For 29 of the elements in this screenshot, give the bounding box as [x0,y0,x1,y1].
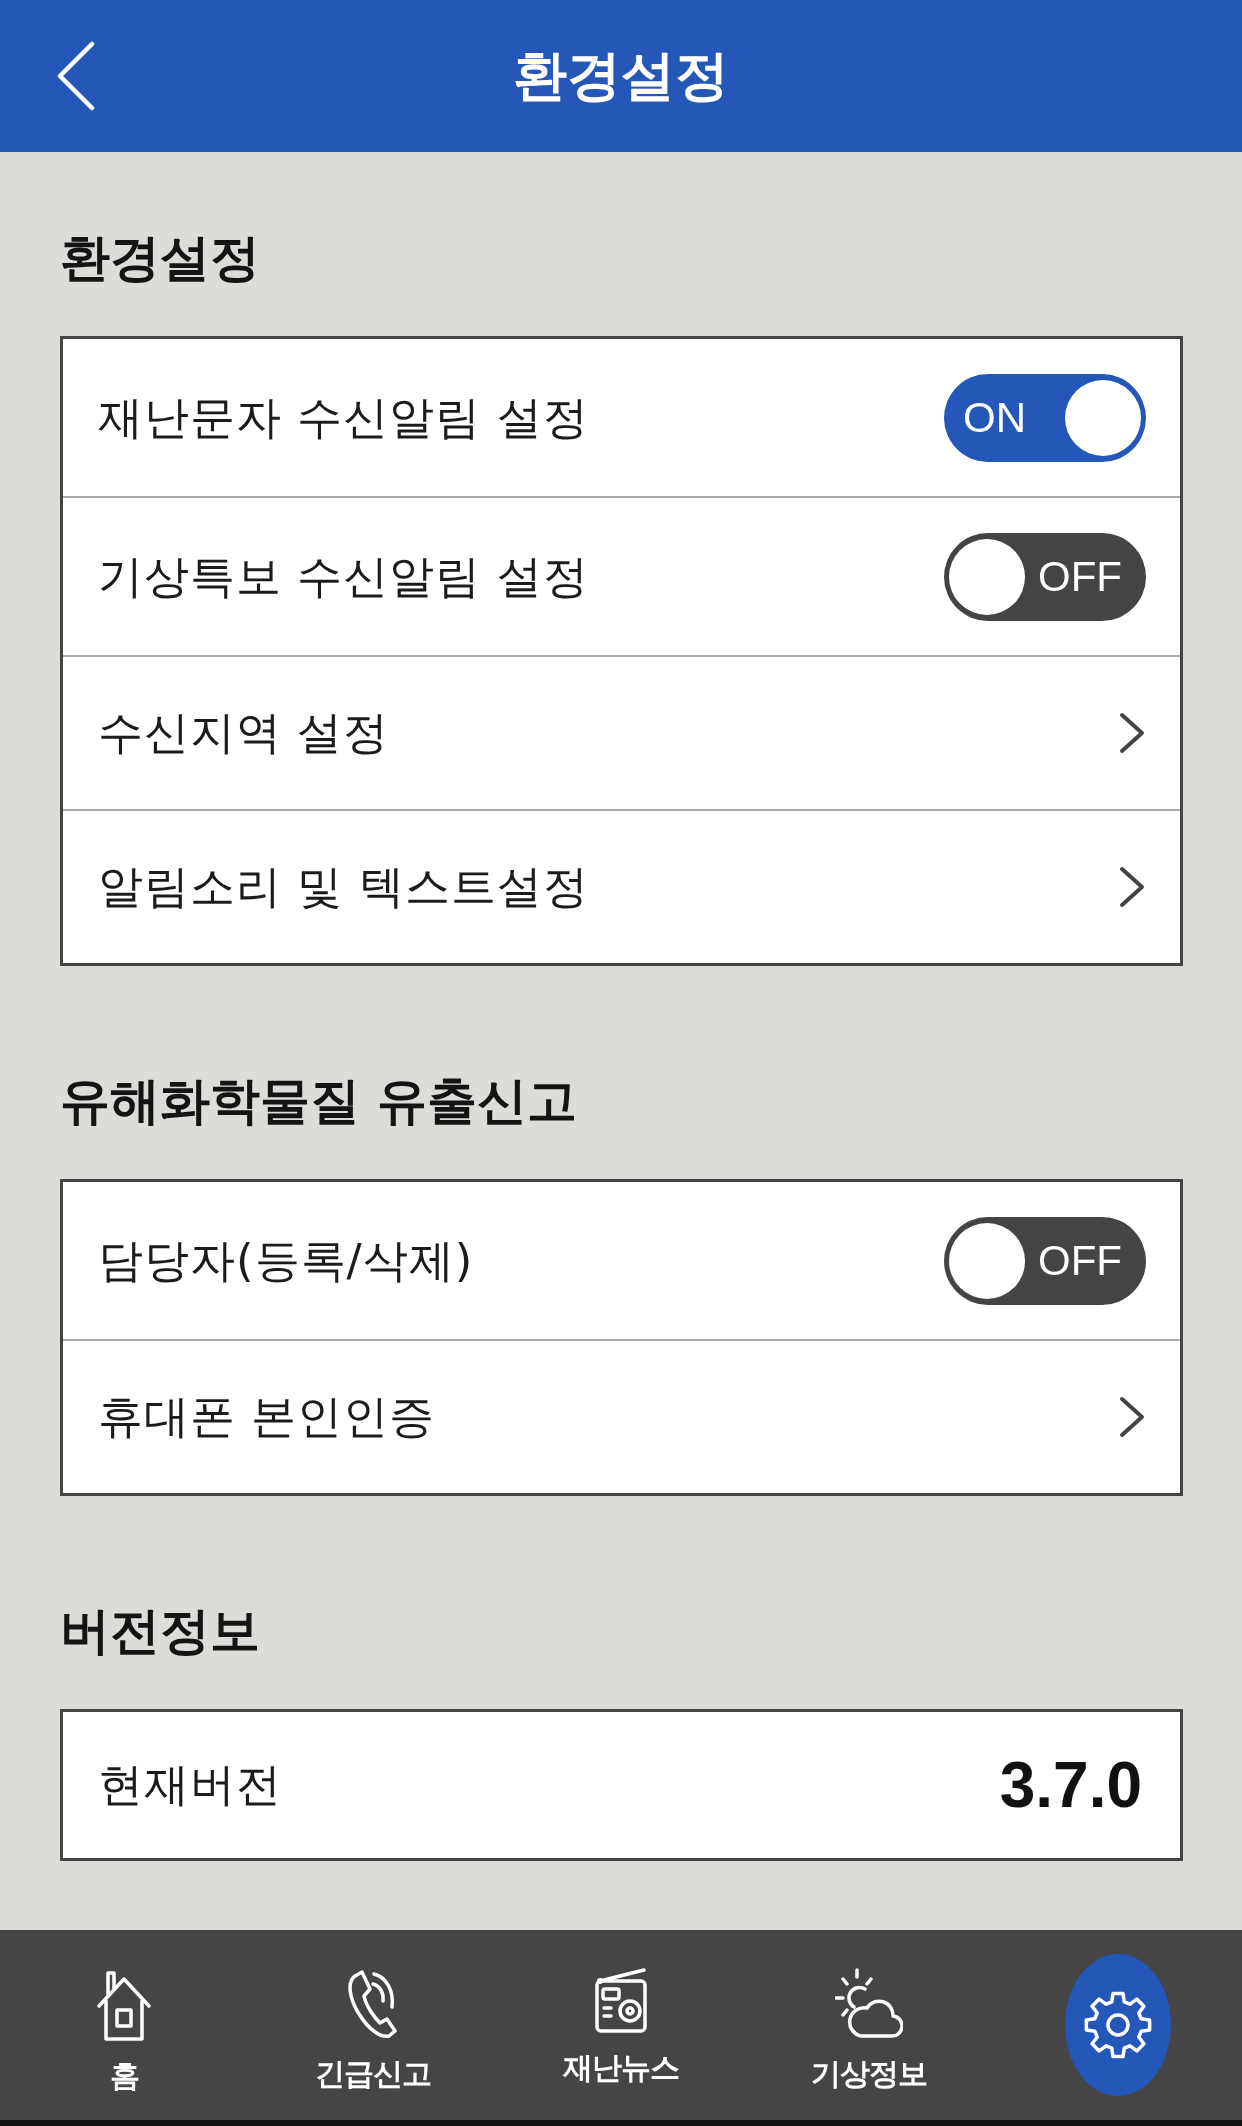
setting-label: 재난문자 수신알림 설정 [98,389,589,446]
setting-label: 기상특보 수신알림 설정 [98,548,589,605]
section-title: 유해화학물질 유출신고 [60,1071,579,1132]
nav-tab[interactable]: 홈 [0,1930,249,2120]
toggle-switch[interactable]: ON [944,373,1146,462]
settings-list-item[interactable]: 수신지역 설정 [63,655,1180,809]
nav-tab[interactable]: 긴급신고 [248,1930,497,2120]
chevron-right-icon [1118,1395,1146,1439]
nav-tab[interactable]: 기상정보 [745,1930,994,2120]
chevron-right-icon [1118,865,1146,909]
settings-list-item[interactable]: 휴대폰 본인인증 [63,1339,1180,1493]
section-title: 버전정보 [60,1601,261,1662]
nav-tab[interactable]: 재난뉴스 [496,1930,746,2120]
settings-icon [1064,1954,1171,2096]
settings-list-item[interactable]: 알림소리 및 텍스트설정 [63,809,1180,963]
chevron-left-icon [56,41,96,111]
screen-title: 환경설정 [513,43,729,109]
radio-icon [594,1968,648,2034]
section-title: 환경설정 [60,228,261,289]
phone-icon [346,1968,399,2040]
sun-cloud-icon [835,1968,904,2040]
setting-label: 담당자(등록/삭제) [98,1232,474,1289]
toggle-switch[interactable]: OFF [944,532,1146,621]
setting-label: 현재버전 [98,1757,282,1813]
back-button[interactable] [56,41,96,111]
toggle-switch[interactable]: OFF [944,1216,1146,1305]
version-number: 3.7.0 [999,1748,1142,1822]
house-icon [96,1968,153,2042]
chevron-right-icon [1118,711,1146,755]
